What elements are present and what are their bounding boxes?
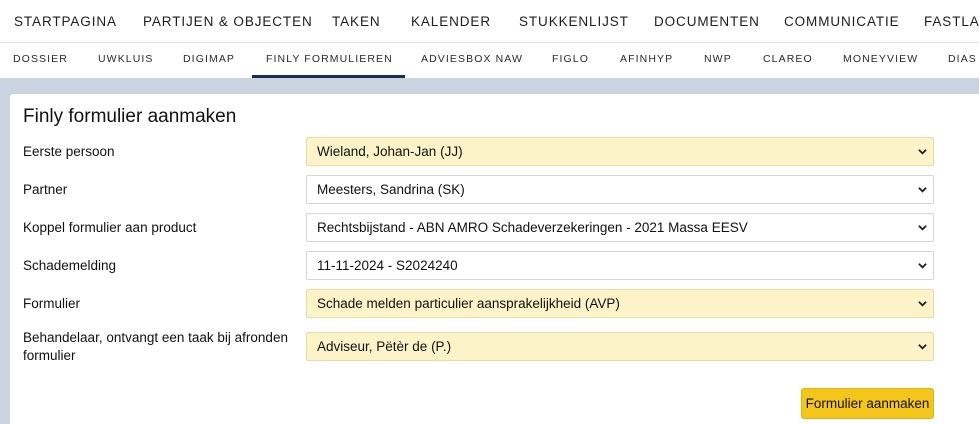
chevron-down-icon [918,344,927,350]
tab-adviesbox-naw[interactable]: ADVIESBOX NAW [421,53,523,65]
tab-afinhyp[interactable]: AFINHYP [620,53,673,65]
select-partner[interactable]: Meesters, Sandrina (SK) [306,175,934,204]
chevron-down-icon [918,225,927,231]
tab-uwkluis[interactable]: UWKLUIS [98,53,154,65]
tab-digimap[interactable]: DIGIMAP [183,53,235,65]
chevron-down-icon [918,187,927,193]
top-nav-stukkenlijst[interactable]: STUKKENLIJST [519,14,629,29]
tab-figlo[interactable]: FIGLO [552,53,589,65]
select-koppel-product[interactable]: Rechtsbijstand - ABN AMRO Schadeverzeker… [306,213,934,242]
select-formulier[interactable]: Schade melden particulier aansprakelijkh… [306,289,934,318]
top-nav-taken[interactable]: TAKEN [332,14,381,29]
formulier-aanmaken-button[interactable]: Formulier aanmaken [801,388,934,419]
label-schademelding: Schademelding [23,258,117,273]
select-formulier-value: Schade melden particulier aansprakelijkh… [317,296,620,311]
tab-dossier[interactable]: DOSSIER [13,53,68,65]
sub-navigation: DOSSIER UWKLUIS DIGIMAP FINLY FORMULIERE… [0,43,979,78]
top-nav-kalender[interactable]: KALENDER [411,14,491,29]
tab-finly-formulieren[interactable]: FINLY FORMULIEREN [266,53,393,65]
select-partner-value: Meesters, Sandrina (SK) [317,182,465,197]
form-card: Finly formulier aanmaken Eerste persoon … [10,94,979,424]
tab-dias[interactable]: DIAS [948,53,977,65]
work-area: Finly formulier aanmaken Eerste persoon … [0,78,979,424]
select-behandelaar-value: Adviseur, Pëtèr de (P.) [317,339,452,354]
tab-nwp[interactable]: NWP [704,53,732,65]
top-navigation: STARTPAGINA PARTIJEN & OBJECTEN TAKEN KA… [0,0,979,43]
label-eerste-persoon: Eerste persoon [23,144,115,159]
tab-clareo[interactable]: CLAREO [763,53,813,65]
top-nav-startpagina[interactable]: STARTPAGINA [14,14,117,29]
label-partner: Partner [23,182,68,197]
form-title: Finly formulier aanmaken [23,106,237,127]
tab-moneyview[interactable]: MONEYVIEW [843,53,918,65]
select-eerste-persoon-value: Wieland, Johan-Jan (JJ) [317,144,463,159]
select-koppel-product-value: Rechtsbijstand - ABN AMRO Schadeverzeker… [317,220,748,235]
top-nav-fastlane[interactable]: FASTLAN [924,14,979,29]
top-nav-documenten[interactable]: DOCUMENTEN [654,14,760,29]
select-behandelaar[interactable]: Adviseur, Pëtèr de (P.) [306,332,934,361]
top-nav-communicatie[interactable]: COMMUNICATIE [784,14,900,29]
select-schademelding[interactable]: 11-11-2024 - S2024240 [306,251,934,280]
label-koppel-product: Koppel formulier aan product [23,220,197,235]
label-behandelaar-line1: Behandelaar, ontvangt een taak bij afron… [23,330,288,345]
top-nav-partijen-objecten[interactable]: PARTIJEN & OBJECTEN [143,14,313,29]
select-schademelding-value: 11-11-2024 - S2024240 [317,258,458,273]
chevron-down-icon [918,301,927,307]
label-formulier: Formulier [23,296,81,311]
label-behandelaar-line2: formulier [23,348,76,363]
select-eerste-persoon[interactable]: Wieland, Johan-Jan (JJ) [306,137,934,166]
chevron-down-icon [918,263,927,269]
chevron-down-icon [918,149,927,155]
